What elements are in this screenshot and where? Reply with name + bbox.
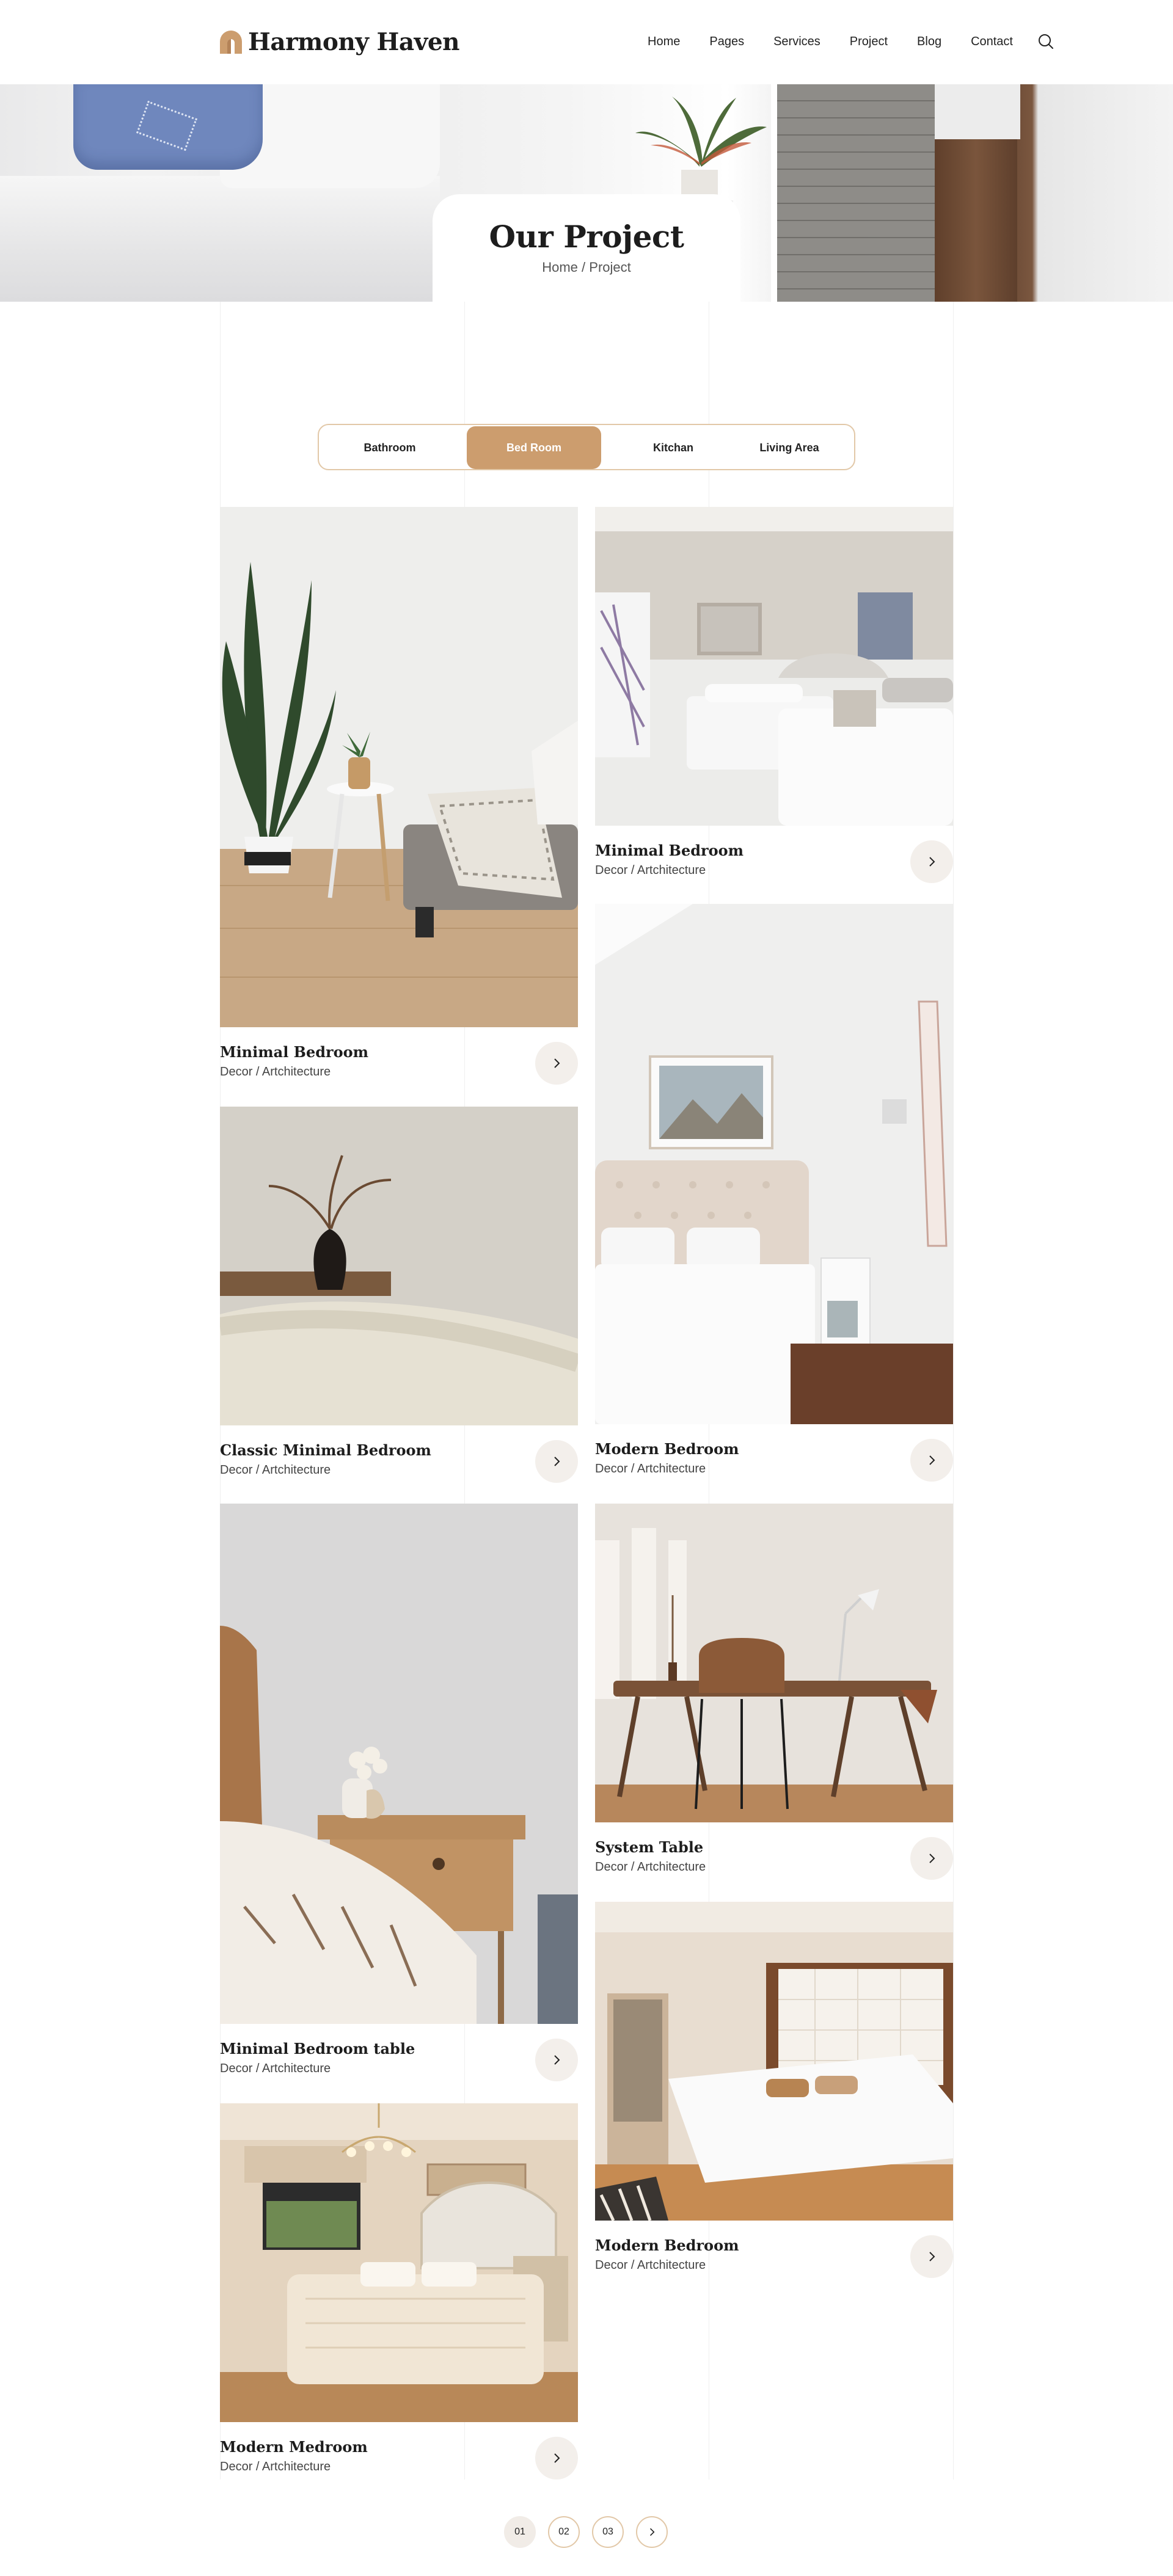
chevron-right-icon [929, 1455, 935, 1465]
page-button-01[interactable]: 01 [504, 2516, 536, 2548]
project-category: Decor / Artchitecture [595, 2258, 706, 2272]
breadcrumb-separator: / [582, 260, 586, 275]
breadcrumb-current: Project [589, 260, 631, 275]
project-card: Minimal Bedroom Decor / Artchitecture [220, 507, 578, 1087]
page-title: Our Project [489, 219, 684, 255]
site-header: Harmony Haven Home Pages Services Projec… [0, 0, 1173, 84]
tab-living-area[interactable]: Living Area [734, 426, 844, 469]
brand-logo[interactable]: Harmony Haven [220, 26, 460, 59]
nav-contact[interactable]: Contact [971, 35, 1013, 49]
project-image[interactable] [220, 1504, 578, 2024]
tab-bed-room[interactable]: Bed Room [467, 426, 601, 469]
project-title[interactable]: Modern Bedroom [595, 2236, 739, 2254]
project-category: Decor / Artchitecture [220, 1463, 331, 1477]
project-category: Decor / Artchitecture [220, 2460, 331, 2473]
project-card: Classic Minimal Bedroom Decor / Artchite… [220, 1107, 578, 1485]
project-category: Decor / Artchitecture [595, 1462, 706, 1475]
main-nav: Home Pages Services Project Blog Contact [648, 29, 1054, 54]
nav-blog[interactable]: Blog [917, 35, 941, 49]
pagination: 01 02 03 [504, 2516, 680, 2548]
project-title[interactable]: Classic Minimal Bedroom [220, 1441, 431, 1459]
chevron-right-icon [929, 1854, 935, 1863]
project-category: Decor / Artchitecture [220, 1065, 331, 1079]
search-icon[interactable] [1037, 33, 1054, 50]
nav-project[interactable]: Project [850, 35, 888, 49]
nav-services[interactable]: Services [773, 35, 820, 49]
project-card: System Table Decor / Artchitecture [595, 1504, 953, 1882]
project-card: Modern Bedroom Decor / Artchitecture [595, 1902, 953, 2280]
hero-cabinet [935, 139, 1017, 302]
breadcrumb: Home / Project [433, 260, 740, 275]
nav-home[interactable]: Home [648, 35, 680, 49]
hero-blue-pillow [73, 84, 263, 170]
project-title[interactable]: Modern Bedroom [595, 1440, 739, 1458]
tab-kitchan[interactable]: Kitchan [612, 426, 734, 469]
project-category: Decor / Artchitecture [595, 864, 706, 877]
project-image[interactable] [595, 1902, 953, 2221]
project-image[interactable] [220, 507, 578, 1027]
chevron-right-icon [554, 2453, 560, 2463]
project-arrow-button[interactable] [535, 2437, 578, 2480]
tab-bathroom[interactable]: Bathroom [330, 426, 450, 469]
chevron-right-icon [929, 2252, 935, 2261]
brand-name: Harmony Haven [248, 28, 460, 56]
project-title[interactable]: Minimal Bedroom table [220, 2040, 415, 2058]
page-button-03[interactable]: 03 [592, 2516, 624, 2548]
project-card: Modern Bedroom Decor / Artchitecture [595, 904, 953, 1484]
project-card: Minimal Bedroom table Decor / Artchitect… [220, 1504, 578, 2084]
project-card: Modern Medroom Decor / Artchitecture [220, 2103, 578, 2482]
project-arrow-button[interactable] [910, 1837, 953, 1880]
project-title[interactable]: Modern Medroom [220, 2438, 368, 2456]
chevron-right-icon [554, 2055, 560, 2065]
project-arrow-button[interactable] [535, 1042, 578, 1085]
project-arrow-button[interactable] [910, 840, 953, 883]
logo-arch-icon [220, 31, 242, 54]
project-image[interactable] [595, 904, 953, 1424]
chevron-right-icon [554, 1058, 560, 1068]
project-title[interactable]: Minimal Bedroom [595, 842, 744, 859]
project-image[interactable] [595, 1504, 953, 1822]
project-filter-tabs: Bathroom Bed Room Kitchan Living Area [318, 424, 855, 470]
chevron-right-icon [554, 1457, 560, 1466]
project-arrow-button[interactable] [535, 2039, 578, 2081]
project-arrow-button[interactable] [535, 1440, 578, 1483]
guide-line [953, 0, 954, 2480]
page-title-card: Our Project Home / Project [433, 194, 740, 302]
project-card: Minimal Bedroom Decor / Artchitecture [595, 507, 953, 886]
project-title[interactable]: Minimal Bedroom [220, 1043, 368, 1061]
project-image[interactable] [595, 507, 953, 826]
breadcrumb-home[interactable]: Home [542, 260, 578, 275]
hero-tile-wall [777, 84, 936, 302]
page-button-02[interactable]: 02 [548, 2516, 580, 2548]
hero-window-frame [771, 84, 777, 302]
nav-pages[interactable]: Pages [709, 35, 744, 49]
project-category: Decor / Artchitecture [595, 1860, 706, 1874]
chevron-right-icon [649, 2528, 655, 2536]
project-title[interactable]: System Table [595, 1838, 703, 1856]
hero-sink [935, 84, 1020, 139]
project-image[interactable] [220, 1107, 578, 1425]
project-arrow-button[interactable] [910, 2235, 953, 2278]
project-category: Decor / Artchitecture [220, 2062, 331, 2075]
next-page-button[interactable] [636, 2516, 668, 2548]
chevron-right-icon [929, 857, 935, 867]
project-arrow-button[interactable] [910, 1439, 953, 1482]
hero-bed-image [0, 176, 440, 302]
project-image[interactable] [220, 2103, 578, 2422]
